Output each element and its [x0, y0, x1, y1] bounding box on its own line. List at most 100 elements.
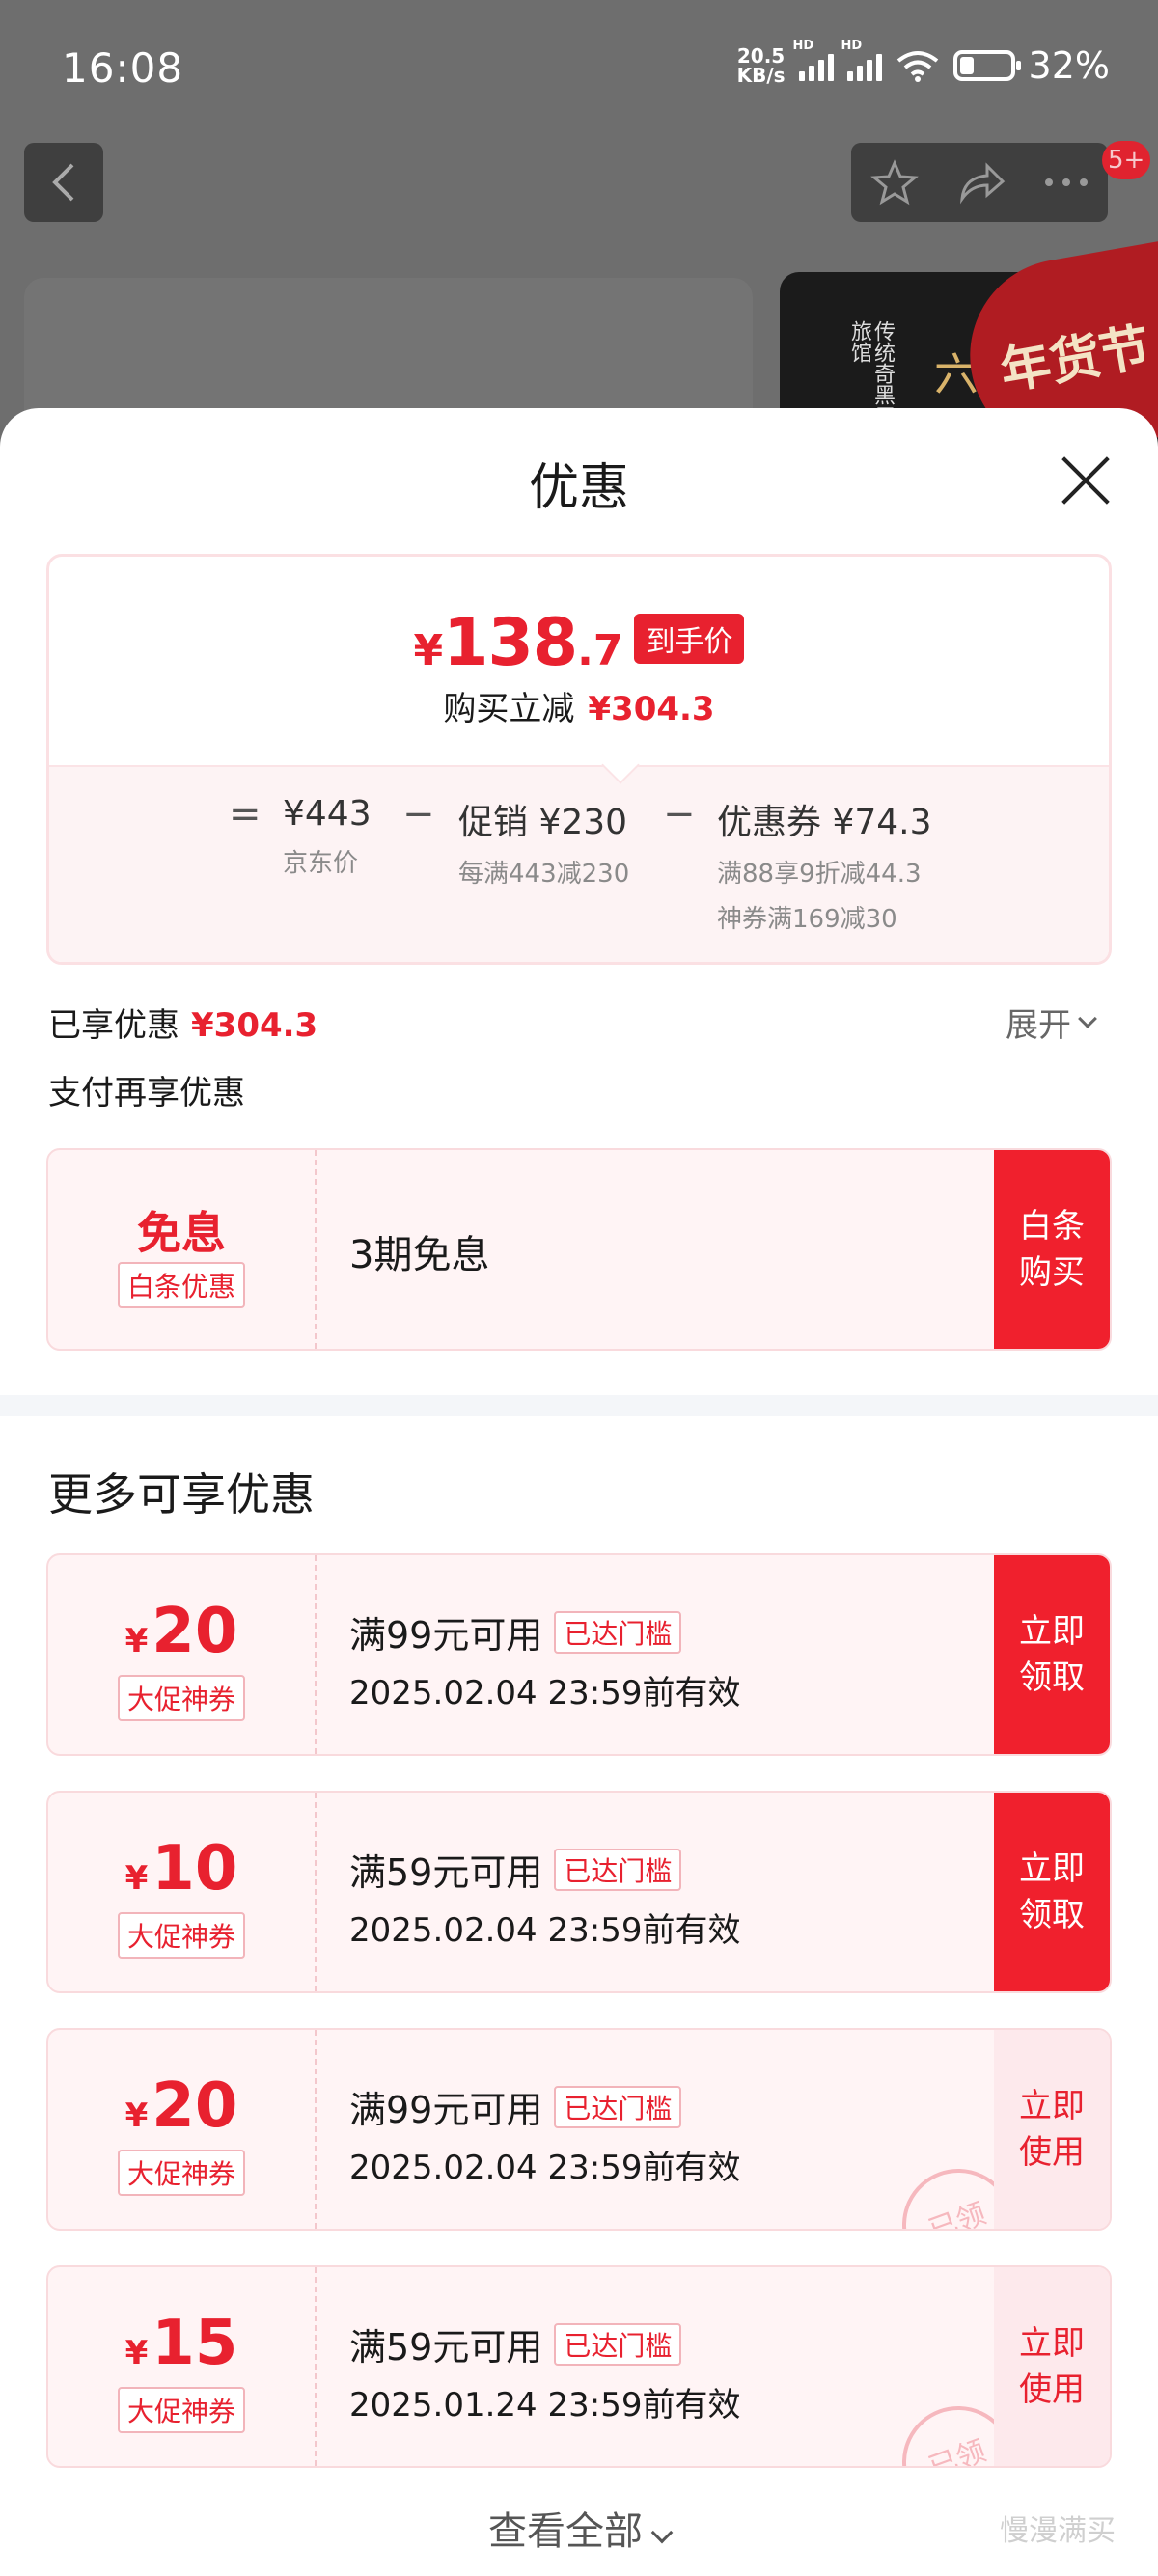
baitiao-card: 免息 白条优惠 3期免息 白条 购买 [46, 1148, 1112, 1351]
coupon-value: 20 [152, 2070, 238, 2142]
coupon-tag-wrap: 大促神券 [48, 1675, 315, 1721]
sheet-title: 优惠 [528, 459, 629, 517]
net-speed-unit: KB/s [736, 64, 786, 87]
coupon-card: ¥15 大促神券 满59元可用 已达门槛 2025.01.24 23:59前有效 … [46, 2265, 1112, 2468]
equals-sign: = [229, 792, 262, 836]
coupon-condition: 满99元可用 已达门槛 [349, 2080, 682, 2133]
status-time: 16:08 [62, 44, 184, 92]
coupon-yen: ¥ [124, 2096, 149, 2135]
coupon-value: 10 [152, 1833, 238, 1905]
threshold-reached-badge: 已达门槛 [554, 1848, 682, 1891]
coupon-card: ¥20 大促神券 满99元可用 已达门槛 2025.02.04 23:59前有效 … [46, 1553, 1112, 1756]
claim-line1: 立即 [1019, 1850, 1085, 1888]
claim-line2: 领取 [1019, 1658, 1085, 1697]
baitiao-left: 免息 白条优惠 [48, 1150, 317, 1349]
baitiao-big: 免息 [137, 1207, 226, 1259]
promo-value: 促销 ¥230 [458, 803, 628, 842]
chevron-down-icon [1078, 1008, 1097, 1028]
final-price: ¥ 138 .7 到手价 [49, 605, 1109, 681]
baitiao-buy-line1: 白条 [1019, 1207, 1085, 1246]
coupon-condition: 满59元可用 已达门槛 [349, 2317, 682, 2370]
coupon-amount: ¥20 [48, 2070, 315, 2142]
topbar-actions [851, 143, 1108, 222]
baitiao-desc: 3期免息 [349, 1233, 490, 1277]
coupon-tag-wrap: 大促神券 [48, 1912, 315, 1959]
coupon-condition-text: 满59元可用 [349, 2326, 543, 2369]
hd-label-2: HD [841, 39, 863, 53]
use-button[interactable]: 立即 使用 [994, 2030, 1110, 2229]
use-line2: 使用 [1019, 2133, 1085, 2172]
coupon-tag-wrap: 大促神券 [48, 2387, 315, 2433]
claim-label: 立即 领取 [1019, 1608, 1085, 1701]
baitiao-buy-button[interactable]: 白条 购买 [994, 1150, 1110, 1349]
enjoyed-label: 已享优惠 [48, 1006, 179, 1045]
status-icons: 20.5 KB/s HD HD 32% [737, 39, 1110, 87]
claim-line1: 立即 [1019, 1612, 1085, 1651]
star-icon[interactable] [869, 158, 919, 206]
coupon-condition-text: 满99元可用 [349, 1614, 543, 1657]
view-all-button[interactable]: 查看全部 [0, 2500, 1158, 2556]
price-breakdown: = ¥443 京东价 − 促销 ¥230 每满443减230 − 优惠券 ¥74… [49, 746, 1109, 962]
coupon-tag: 大促神券 [117, 2150, 245, 2196]
coupon-amount: ¥15 [48, 2308, 315, 2379]
final-price-tag: 到手价 [634, 614, 745, 664]
price-summary: ¥ 138 .7 到手价 购买立减 ¥304.3 = ¥443 京东价 − 促销 … [46, 554, 1112, 965]
coupon-tag: 大促神券 [117, 1675, 245, 1721]
claim-line2: 领取 [1019, 1896, 1085, 1934]
jd-price-value: ¥443 [283, 794, 372, 834]
coupon-condition-text: 满59元可用 [349, 1851, 543, 1894]
signal-icon: HD [793, 39, 834, 81]
notification-badge: 5+ [1102, 141, 1151, 179]
instant-discount: 购买立减 ¥304.3 [49, 682, 1109, 729]
claim-button[interactable]: 立即 领取 [994, 1555, 1110, 1754]
promo-note: 每满443减230 [458, 860, 630, 889]
instant-discount-value: ¥304.3 [588, 690, 715, 728]
coupon-yen: ¥ [124, 1859, 149, 1898]
coupon-discount: 优惠券 ¥74.3 满88享9折减44.3 神券满169减30 [717, 794, 932, 935]
share-icon[interactable] [956, 160, 1006, 205]
claim-button[interactable]: 立即 领取 [994, 1793, 1110, 1991]
baitiao-tag-wrap: 白条优惠 [48, 1262, 315, 1308]
watermark: 慢漫满买 [1000, 2514, 1116, 2548]
signal-icon-2: HD [841, 39, 882, 81]
coupon-condition-text: 满99元可用 [349, 2089, 543, 2131]
coupon-validity: 2025.02.04 23:59前有效 [349, 1911, 741, 1950]
enjoyed-discount: 已享优惠 ¥304.3 [48, 999, 317, 1046]
coupon-value: 15 [152, 2308, 238, 2379]
coupon-card: ¥10 大促神券 满59元可用 已达门槛 2025.02.04 23:59前有效 … [46, 1791, 1112, 1993]
coupon-yen: ¥ [124, 2334, 149, 2372]
back-button[interactable] [24, 143, 103, 222]
use-line1: 立即 [1019, 2324, 1085, 2363]
instant-discount-label: 购买立减 [443, 690, 575, 728]
promo: 促销 ¥230 每满443减230 [458, 794, 629, 890]
coupon-validity: 2025.02.04 23:59前有效 [349, 2149, 741, 2187]
coupon-card: ¥20 大促神券 满99元可用 已达门槛 2025.02.04 23:59前有效 … [46, 2028, 1112, 2231]
chevron-left-icon [52, 163, 74, 202]
use-label: 立即 使用 [1019, 2320, 1085, 2413]
hd-label: HD [792, 39, 814, 53]
more-icon[interactable] [1044, 178, 1089, 187]
status-bar: 16:08 20.5 KB/s HD HD 32% [0, 0, 1158, 135]
background-page: 5+ 传统奇黑用茶旅馆 六 年货节 [0, 135, 1158, 471]
jd-price-label: 京东价 [283, 849, 359, 878]
chevron-down-icon [650, 2521, 674, 2544]
jd-price: ¥443 京东价 [283, 794, 372, 879]
close-icon[interactable] [1060, 454, 1112, 507]
expand-button[interactable]: 展开 [1006, 999, 1097, 1046]
pay-again-label: 支付再享优惠 [48, 1074, 245, 1112]
net-speed: 20.5 KB/s [737, 46, 786, 85]
use-line2: 使用 [1019, 2370, 1085, 2409]
view-all-label: 查看全部 [488, 2509, 643, 2554]
coupon-tag-wrap: 大促神券 [48, 2150, 315, 2196]
coupon-condition: 满59元可用 已达门槛 [349, 1843, 682, 1896]
coupon-left: ¥10 大促神券 [48, 1793, 317, 1991]
use-label: 立即 使用 [1019, 2083, 1085, 2176]
threshold-reached-badge: 已达门槛 [554, 2322, 682, 2366]
use-button[interactable]: 立即 使用 [994, 2267, 1110, 2466]
coupon-yen: ¥ [124, 1622, 149, 1660]
coupon-left: ¥20 大促神券 [48, 1555, 317, 1754]
minus-sign: − [402, 792, 435, 836]
battery-icon [952, 50, 1021, 81]
use-line1: 立即 [1019, 2087, 1085, 2125]
coupon-left: ¥20 大促神券 [48, 2030, 317, 2229]
